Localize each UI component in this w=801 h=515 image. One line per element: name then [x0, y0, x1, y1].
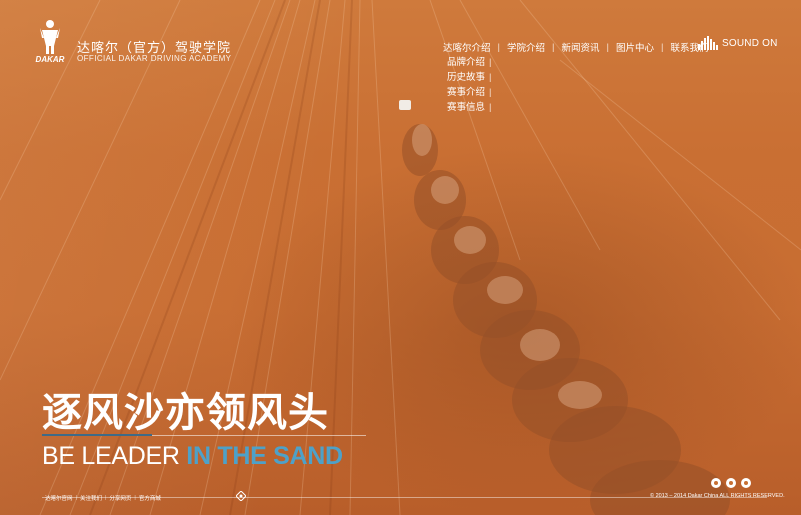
submenu-item-label: 历史故事: [447, 72, 486, 83]
submenu-separator: |: [489, 102, 492, 113]
nav-item-dakar-intro[interactable]: 达喀尔介绍: [436, 40, 498, 54]
submenu-separator: |: [489, 72, 492, 83]
sound-bars-icon: [698, 36, 718, 50]
submenu-separator: |: [489, 57, 492, 68]
main-nav: 达喀尔介绍 | 学院介绍 | 新闻资讯 | 图片中心 | 联系我们: [436, 40, 715, 55]
slogan-headline-en: BE LEADER IN THE SAND: [42, 442, 343, 471]
slogan-en-part1: BE LEADER: [42, 442, 180, 470]
footer-link-official-site[interactable]: 达喀尔官网: [42, 494, 76, 502]
slogan-en-part2: IN THE SAND: [186, 442, 343, 470]
footer-link-share[interactable]: 分享网页: [106, 494, 134, 502]
submenu-item-race-intro[interactable]: 赛事介绍 |: [447, 85, 491, 100]
brand-name-en: OFFICIAL DAKAR DRIVING ACADEMY: [77, 54, 232, 63]
submenu-item-label: 赛事信息: [447, 102, 486, 113]
slogan-headline-cn: 逐风沙亦领风头: [42, 391, 329, 435]
dakar-logo[interactable]: DAKAR: [30, 16, 70, 64]
submenu-item-label: 赛事介绍: [447, 87, 486, 98]
social-icons: [711, 478, 756, 488]
logo-text: DAKAR: [36, 55, 65, 64]
footer-links: 达喀尔官网 | 关注我们 | 分享网页 | 官方商城: [42, 494, 164, 502]
nav-item-news[interactable]: 新闻资讯: [554, 40, 606, 54]
submenu-separator: |: [489, 87, 492, 98]
weibo-icon[interactable]: [711, 478, 721, 488]
dakar-intro-submenu: 品牌介绍 | 历史故事 | 赛事介绍 | 赛事信息 |: [447, 55, 491, 115]
nav-item-academy-intro[interactable]: 学院介绍: [500, 40, 552, 54]
slogan-divider-accent: [42, 434, 152, 436]
submenu-item-brand[interactable]: 品牌介绍 |: [447, 55, 491, 70]
nav-item-gallery[interactable]: 图片中心: [609, 40, 661, 54]
footer-link-store[interactable]: 官方商城: [136, 494, 164, 502]
share-icon[interactable]: [741, 478, 751, 488]
submenu-item-label: 品牌介绍: [447, 57, 486, 68]
wechat-icon[interactable]: [726, 478, 736, 488]
copyright-text: © 2013 – 2014 Dakar China ALL RIGHTS RES…: [650, 493, 785, 499]
footer-link-follow-us[interactable]: 关注我们: [77, 494, 105, 502]
submenu-item-history[interactable]: 历史故事 |: [447, 70, 491, 85]
submenu-item-race-info[interactable]: 赛事信息 |: [447, 100, 491, 115]
sound-label: SOUND ON: [722, 37, 778, 49]
sound-toggle[interactable]: SOUND ON: [698, 36, 778, 50]
diamond-scroll-icon[interactable]: [236, 491, 246, 501]
